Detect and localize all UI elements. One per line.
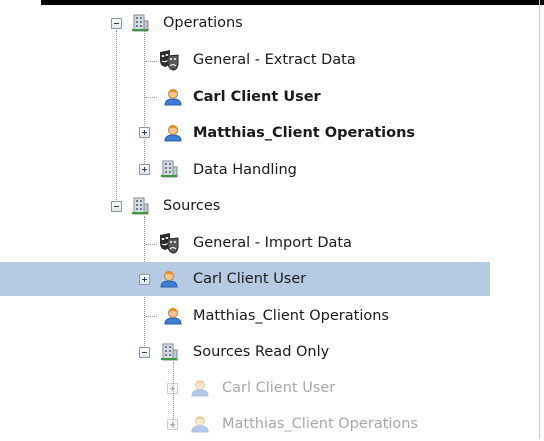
tree-node-label: Data Handling	[193, 162, 297, 178]
tree-node-label: Sources	[163, 198, 221, 214]
tree-node-carl-client-user[interactable]: Carl Client User	[0, 80, 539, 114]
tree-node-label: General - Extract Data	[193, 52, 356, 68]
user-icon	[164, 88, 182, 106]
expand-toggle[interactable]	[139, 274, 150, 285]
tree-node-label: Matthias_Client Operations	[222, 416, 418, 432]
tree-node-label: Carl Client User	[193, 271, 307, 287]
collapse-toggle[interactable]	[139, 347, 150, 358]
user-icon	[164, 307, 182, 325]
collapse-toggle[interactable]	[111, 201, 122, 212]
tree-node-matthias-client-operations-2[interactable]: Matthias_Client Operations	[0, 299, 539, 333]
tree-node-carl-client-user-readonly[interactable]: Carl Client User	[0, 371, 539, 405]
tree-node-matthias-client-operations-readonly[interactable]: Matthias_Client Operations	[0, 407, 539, 441]
building-icon	[160, 160, 178, 178]
tree-node-label: Carl Client User	[193, 89, 321, 105]
tree-node-general-import-data[interactable]: General - Import Data	[0, 226, 539, 260]
expand-toggle[interactable]	[139, 127, 150, 138]
tree-node-label: General - Import Data	[193, 235, 352, 251]
theater-mask-icon	[158, 232, 180, 254]
tree-node-label: Matthias_Client Operations	[193, 308, 389, 324]
tree-node-label: Carl Client User	[222, 380, 336, 396]
building-icon	[131, 197, 149, 215]
user-icon	[191, 379, 209, 397]
expand-toggle[interactable]	[167, 419, 178, 430]
tree-node-general-extract-data[interactable]: General - Extract Data	[0, 43, 539, 77]
tree-node-operations[interactable]: Operations	[0, 7, 539, 41]
tree-node-label: Matthias_Client Operations	[193, 125, 416, 141]
user-icon	[164, 124, 182, 142]
expand-toggle[interactable]	[139, 164, 150, 175]
user-icon	[191, 415, 209, 433]
tree-node-sources[interactable]: Sources	[0, 190, 539, 224]
tree-view: Operations General - Extract Data Carl C…	[0, 0, 539, 439]
theater-mask-icon	[158, 49, 180, 71]
user-icon	[160, 270, 178, 288]
tree-node-label: Operations	[163, 15, 243, 31]
tree-node-label: Sources Read Only	[193, 344, 330, 360]
tree-node-sources-read-only[interactable]: Sources Read Only	[0, 335, 539, 369]
panel-border	[539, 0, 540, 439]
tree-node-data-handling[interactable]: Data Handling	[0, 153, 539, 187]
expand-toggle[interactable]	[167, 383, 178, 394]
building-icon	[160, 343, 178, 361]
collapse-toggle[interactable]	[111, 18, 122, 29]
building-icon	[131, 14, 149, 32]
tree-node-matthias-client-operations[interactable]: Matthias_Client Operations	[0, 116, 539, 150]
tree-node-carl-client-user-selected[interactable]: Carl Client User	[0, 262, 539, 296]
